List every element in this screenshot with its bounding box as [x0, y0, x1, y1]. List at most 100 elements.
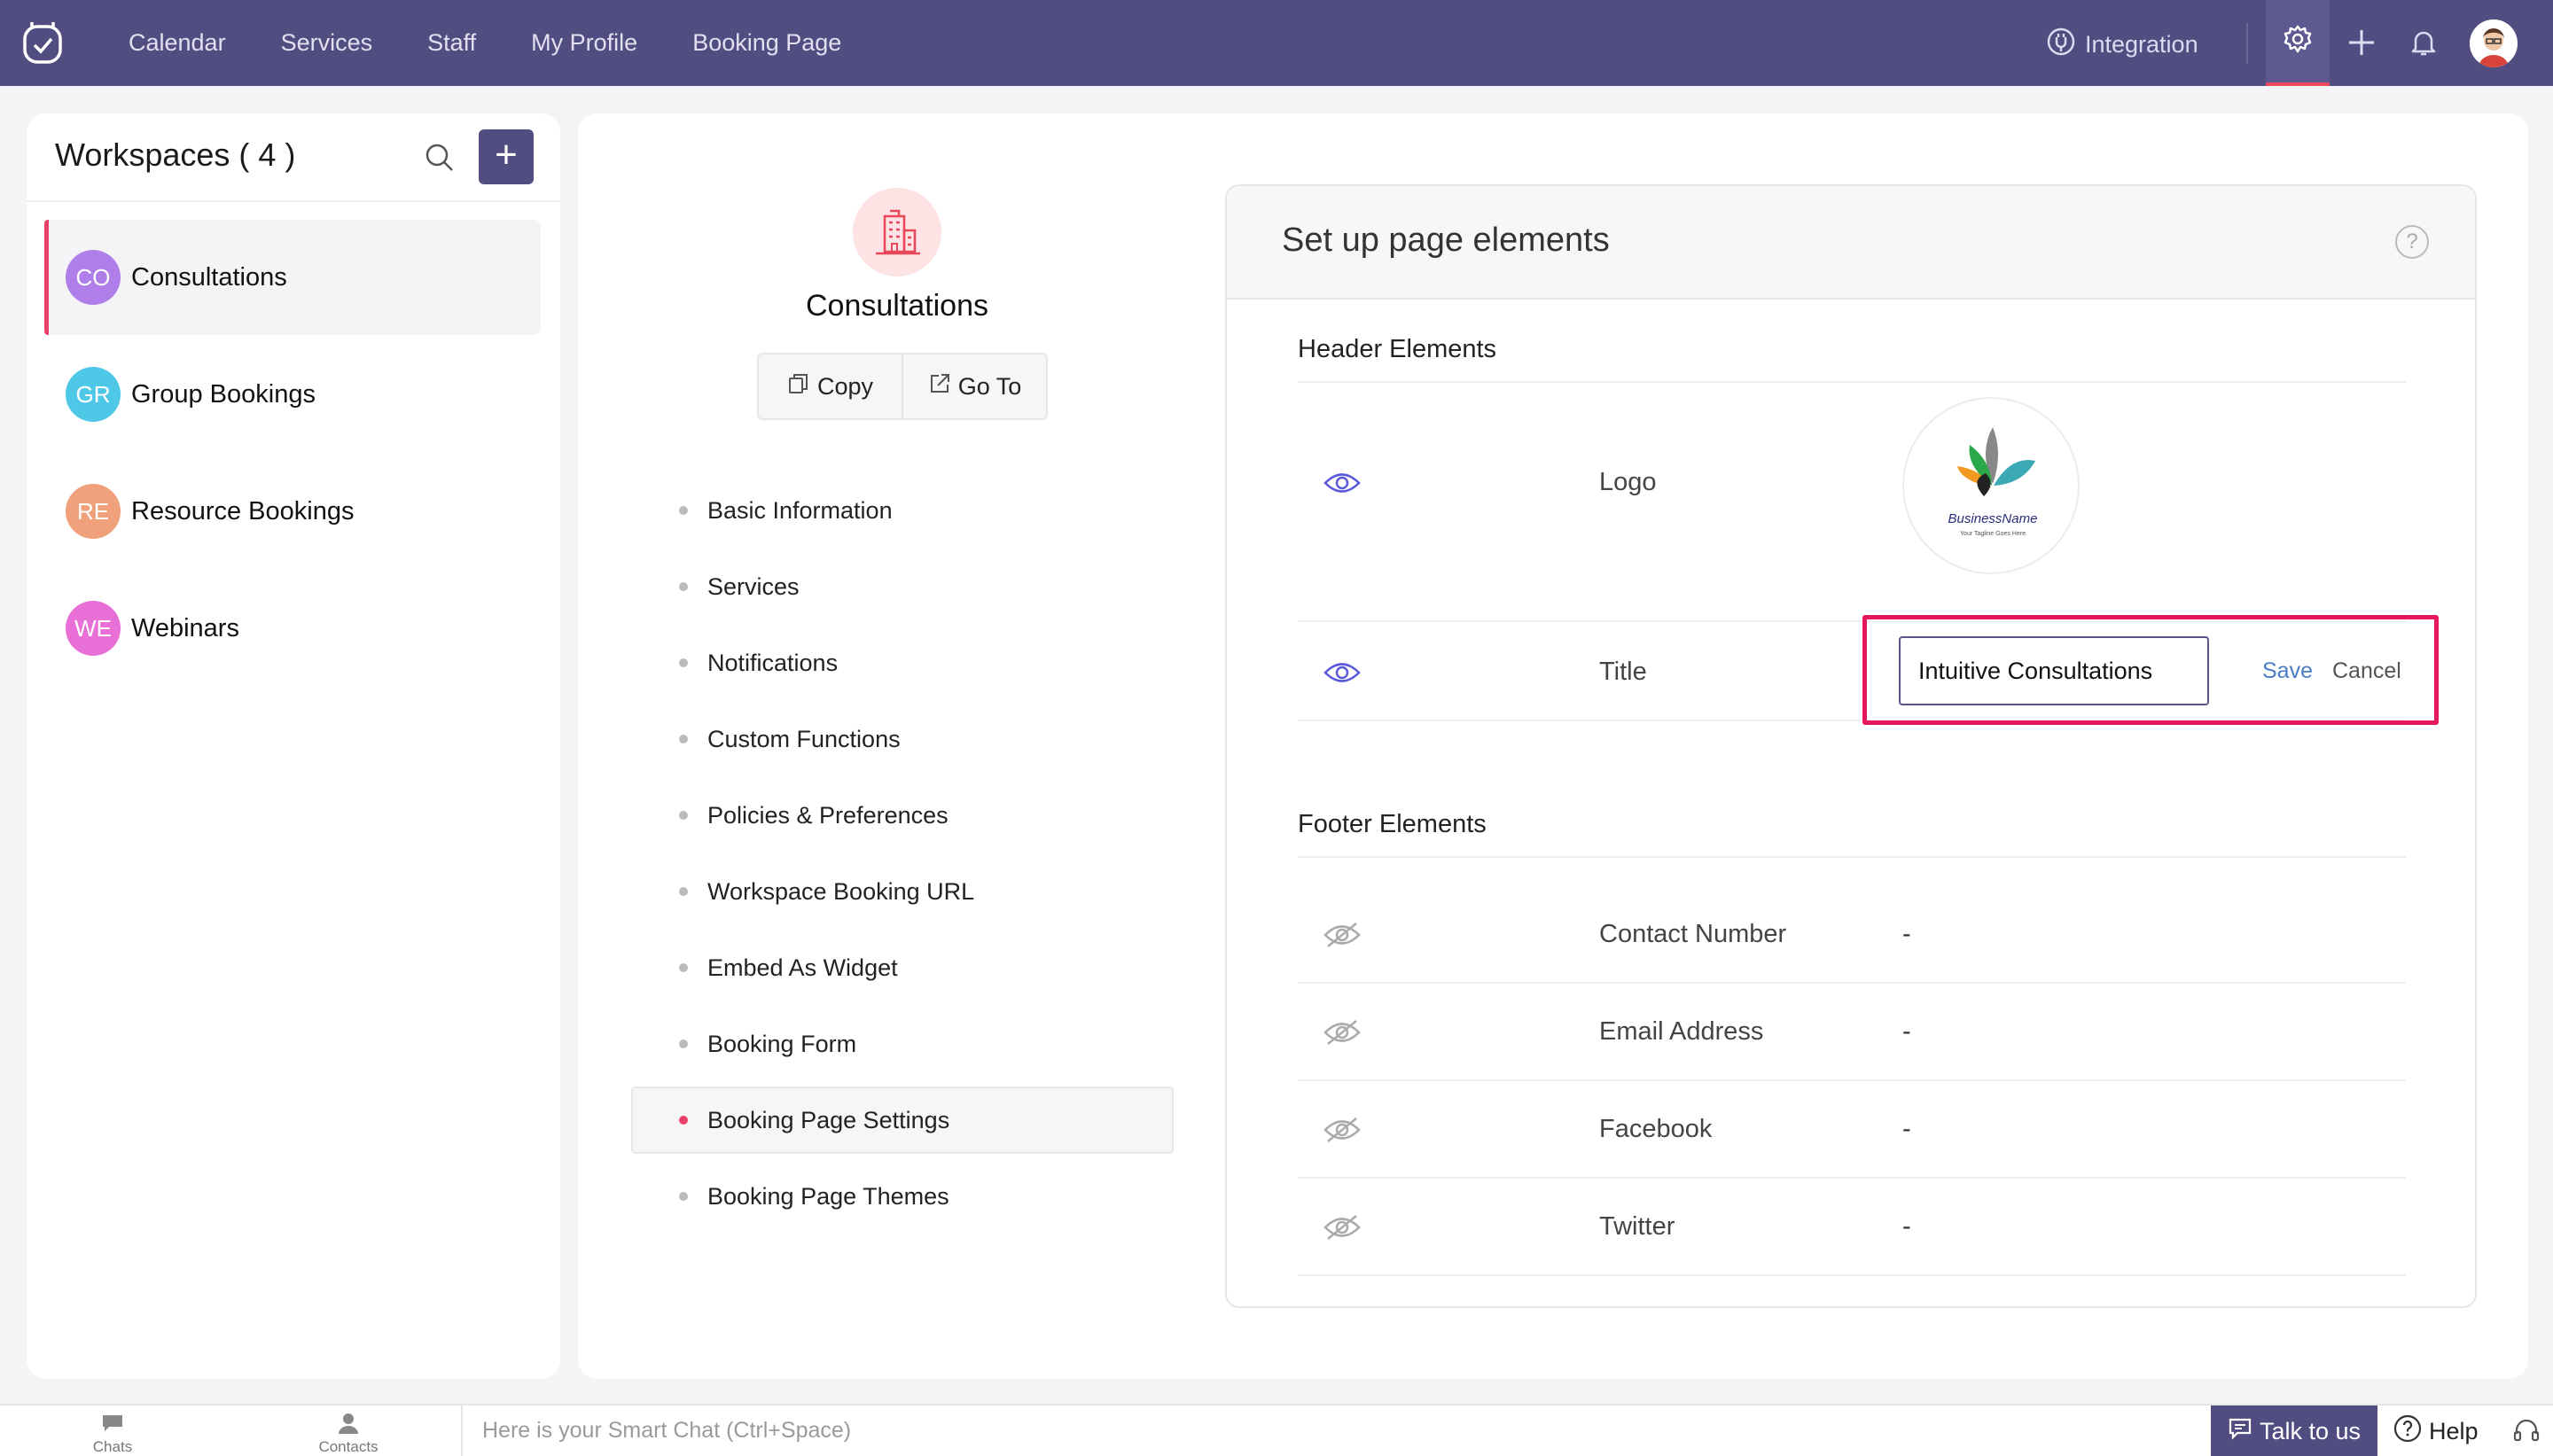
bullet: [679, 1116, 688, 1125]
gear-icon: [2282, 23, 2314, 59]
user-avatar[interactable]: [2470, 19, 2518, 67]
sidebar-divider: [27, 200, 560, 202]
menu-item-policies-preferences[interactable]: Policies & Preferences: [631, 782, 1174, 849]
workspace-avatar: RE: [66, 484, 121, 539]
menu-item-label: Booking Page Themes: [707, 1182, 949, 1210]
contacts-tab[interactable]: Contacts: [282, 1405, 415, 1456]
email-address-value: -: [1902, 1017, 1911, 1046]
bullet: [679, 887, 688, 896]
menu-item-notifications[interactable]: Notifications: [631, 629, 1174, 697]
menu-item-label: Workspace Booking URL: [707, 877, 975, 905]
help-button[interactable]: Help: [2393, 1405, 2479, 1456]
goto-button[interactable]: Go To: [903, 354, 1046, 418]
chats-label: Chats: [92, 1438, 133, 1455]
nav-booking-page[interactable]: Booking Page: [692, 29, 841, 57]
nav-calendar[interactable]: Calendar: [129, 29, 226, 57]
contacts-label: Contacts: [318, 1438, 379, 1455]
add-workspace-button[interactable]: +: [479, 129, 534, 184]
nav-services[interactable]: Services: [281, 29, 373, 57]
header-elements-title: Header Elements: [1298, 335, 1497, 363]
contact-number-row: Contact Number -: [1298, 886, 2406, 984]
panel-header: Set up page elements ?: [1227, 186, 2475, 300]
copy-label: Copy: [816, 372, 874, 400]
workspace-name: Group Bookings: [131, 379, 316, 409]
smart-chat-input[interactable]: Here is your Smart Chat (Ctrl+Space): [482, 1418, 851, 1444]
bottom-bar: Chats Contacts Here is your Smart Chat (…: [0, 1404, 2553, 1456]
bullet: [679, 658, 688, 667]
bullet: [679, 963, 688, 972]
help-icon[interactable]: ?: [2395, 225, 2429, 259]
bell-icon[interactable]: [2404, 23, 2443, 62]
workspace-name: Consultations: [131, 262, 287, 292]
workspace-avatar: GR: [66, 367, 121, 422]
menu-item-label: Notifications: [707, 649, 839, 676]
twitter-value: -: [1902, 1212, 1911, 1241]
workspace-settings-menu: Basic Information Services Notifications…: [631, 477, 1174, 1239]
talk-to-us-label: Talk to us: [2259, 1418, 2362, 1444]
logo-label: Logo: [1599, 468, 1657, 496]
copy-button[interactable]: Copy: [759, 354, 903, 418]
contact-number-label: Contact Number: [1599, 920, 1787, 948]
eye-icon[interactable]: [1323, 659, 1362, 686]
talk-to-us-button[interactable]: Talk to us: [2211, 1405, 2377, 1456]
menu-item-label: Basic Information: [707, 496, 893, 524]
copy-icon: [787, 372, 817, 401]
twitter-label: Twitter: [1599, 1212, 1675, 1241]
workspace-item-consultations[interactable]: CO Consultations: [44, 220, 541, 335]
search-icon[interactable]: [422, 140, 457, 175]
eye-off-icon[interactable]: [1323, 1214, 1362, 1241]
workspace-heading: Consultations: [805, 289, 988, 323]
menu-item-embed-as-widget[interactable]: Embed As Widget: [631, 934, 1174, 1001]
external-link-icon: [928, 372, 958, 401]
facebook-value: -: [1902, 1115, 1911, 1143]
menu-item-services[interactable]: Services: [631, 553, 1174, 620]
goto-label: Go To: [957, 372, 1022, 400]
nav-staff[interactable]: Staff: [427, 29, 476, 57]
facebook-row: Facebook -: [1298, 1081, 2406, 1179]
workspace-avatar: WE: [66, 601, 121, 656]
title-label: Title: [1599, 658, 1647, 686]
plus-icon[interactable]: [2342, 23, 2381, 62]
workspaces-sidebar: Workspaces ( 4 ) + CO Consultations GR G…: [27, 113, 560, 1379]
workspace-item-webinars[interactable]: WE Webinars: [44, 571, 541, 686]
settings-button[interactable]: [2266, 0, 2330, 86]
eye-icon[interactable]: [1323, 470, 1362, 496]
menu-item-label: Services: [707, 572, 800, 600]
workspace-item-resource-bookings[interactable]: RE Resource Bookings: [44, 454, 541, 569]
menu-item-booking-page-themes[interactable]: Booking Page Themes: [631, 1163, 1174, 1230]
workspace-actions: Copy Go To: [757, 353, 1048, 420]
chats-tab[interactable]: Chats: [46, 1405, 179, 1456]
menu-item-booking-page-settings[interactable]: Booking Page Settings: [631, 1086, 1174, 1154]
menu-item-label: Booking Page Settings: [707, 1106, 950, 1133]
integration-link[interactable]: Integration: [2046, 27, 2198, 62]
workspace-item-group-bookings[interactable]: GR Group Bookings: [44, 337, 541, 452]
menu-item-custom-functions[interactable]: Custom Functions: [631, 705, 1174, 773]
bullet: [679, 582, 688, 591]
title-input[interactable]: [1899, 636, 2209, 705]
integration-icon: [2046, 27, 2085, 63]
help-label: Help: [2429, 1418, 2479, 1444]
save-button[interactable]: Save: [2262, 658, 2313, 684]
menu-item-basic-information[interactable]: Basic Information: [631, 477, 1174, 544]
menu-item-booking-form[interactable]: Booking Form: [631, 1010, 1174, 1078]
menu-item-workspace-booking-url[interactable]: Workspace Booking URL: [631, 858, 1174, 925]
nav-my-profile[interactable]: My Profile: [531, 29, 637, 57]
support-icon[interactable]: [2512, 1418, 2541, 1446]
bullet: [679, 811, 688, 820]
eye-off-icon[interactable]: [1323, 1019, 1362, 1046]
main-content: Consultations Copy Go To Basic Informati…: [578, 113, 2528, 1379]
menu-item-label: Policies & Preferences: [707, 801, 949, 829]
eye-off-icon[interactable]: [1323, 1117, 1362, 1143]
twitter-row: Twitter -: [1298, 1179, 2406, 1276]
building-icon: [853, 188, 941, 276]
workspace-name: Resource Bookings: [131, 496, 355, 526]
menu-item-label: Embed As Widget: [707, 954, 898, 981]
eye-off-icon[interactable]: [1323, 922, 1362, 948]
bottom-divider: [461, 1405, 463, 1456]
chat-bubble-icon: [100, 1413, 125, 1438]
menu-item-label: Booking Form: [707, 1030, 857, 1057]
top-navigation-bar: Calendar Services Staff My Profile Booki…: [0, 0, 2553, 86]
app-logo-icon[interactable]: [20, 19, 67, 67]
cancel-button[interactable]: Cancel: [2332, 658, 2401, 684]
business-logo[interactable]: BusinessName Your Tagline Goes Here: [1902, 397, 2080, 574]
